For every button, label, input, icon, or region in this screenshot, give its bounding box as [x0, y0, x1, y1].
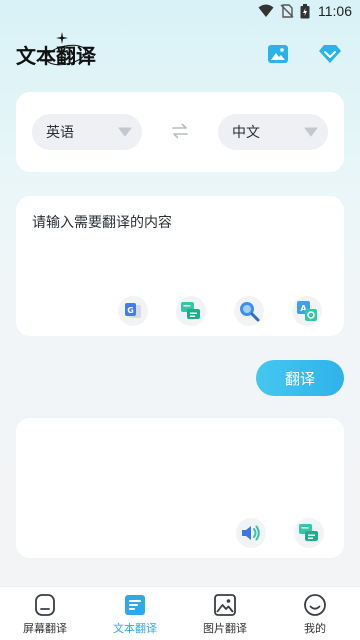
no-sim-icon	[280, 4, 294, 18]
search-icon	[240, 302, 260, 322]
target-language-label: 中文	[232, 125, 260, 141]
battery-icon	[300, 3, 310, 18]
nav-item-mine[interactable]: 我的	[270, 587, 360, 640]
speak-button[interactable]	[236, 518, 266, 548]
dropdown-caret-icon	[304, 127, 318, 137]
google-translate-button[interactable]: G	[118, 296, 148, 326]
dropdown-caret-icon	[118, 127, 132, 137]
language-selector-card: 英语 中文	[16, 92, 344, 172]
diamond-icon	[319, 45, 341, 63]
screen-icon	[35, 594, 55, 616]
image-translate-button[interactable]	[264, 40, 292, 68]
source-text-input[interactable]	[32, 212, 328, 272]
search-button[interactable]	[234, 296, 264, 326]
nav-label: 屏幕翻译	[23, 622, 67, 635]
nav-item-image-translate[interactable]: 图片翻译	[180, 587, 270, 640]
chat-bubbles-icon	[181, 302, 200, 319]
nav-item-screen-translate[interactable]: 屏幕翻译	[0, 587, 90, 640]
chat-translate-button[interactable]	[176, 296, 206, 326]
input-card: G A	[16, 196, 344, 336]
swap-languages-icon[interactable]	[171, 122, 189, 140]
nav-item-text-translate[interactable]: 文本翻译	[90, 587, 180, 640]
status-icons: 11:06	[258, 3, 352, 19]
header: 文本翻译	[0, 32, 360, 72]
photo-translate-button[interactable]: A	[292, 296, 322, 326]
speaker-icon	[242, 525, 260, 541]
document-icon	[125, 595, 145, 615]
image-icon	[214, 594, 236, 616]
source-language-select[interactable]: 英语	[32, 114, 142, 150]
result-chat-button[interactable]	[294, 518, 324, 548]
smiley-icon	[304, 594, 326, 616]
status-time: 11:06	[318, 3, 352, 19]
nav-label: 我的	[304, 622, 326, 635]
svg-text:G: G	[127, 306, 134, 315]
translate-button[interactable]: 翻译	[256, 360, 344, 396]
google-translate-icon: G	[125, 303, 141, 318]
nav-label: 文本翻译	[113, 622, 157, 635]
wifi-icon	[258, 4, 274, 17]
result-card	[16, 418, 344, 558]
picture-icon	[268, 45, 288, 63]
bottom-nav: 屏幕翻译 文本翻译 图片翻译 我的	[0, 586, 360, 640]
nav-label: 图片翻译	[203, 622, 247, 635]
translate-camera-icon: A	[297, 301, 317, 321]
target-language-select[interactable]: 中文	[218, 114, 328, 150]
page-title: 文本翻译	[16, 44, 96, 68]
status-bar: 11:06	[0, 0, 360, 24]
vip-button[interactable]	[316, 40, 344, 68]
source-language-label: 英语	[46, 125, 74, 141]
chat-bubbles-icon	[299, 524, 318, 541]
